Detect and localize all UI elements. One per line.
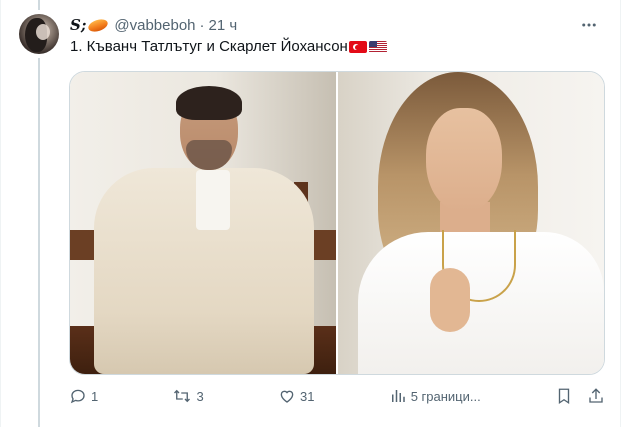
like-icon <box>280 390 294 403</box>
woman-face <box>426 108 502 212</box>
views-count: 5 граници... <box>410 388 481 404</box>
reply-icon <box>70 389 85 404</box>
shirt-figure <box>196 170 230 230</box>
like-count: 31 <box>299 388 315 404</box>
views-icon <box>391 390 405 402</box>
tweet-page: S; @vabbeboh · 21 ч 1. Къванч Татлътуг и… <box>0 0 621 427</box>
reply-count: 1 <box>91 388 99 404</box>
share-button[interactable] <box>587 387 605 405</box>
retweet-count: 3 <box>196 388 204 404</box>
tweet-text: 1. Къванч Татлътуг и Скарлет Йохансон <box>70 37 387 57</box>
media-grid[interactable] <box>69 71 605 375</box>
retweet-icon <box>174 389 191 403</box>
display-name[interactable]: S; <box>70 16 86 34</box>
share-icon <box>589 388 603 403</box>
more-horizontal-icon <box>582 23 596 27</box>
pill-emoji-icon <box>87 16 110 34</box>
tweet-text-content: 1. Къванч Татлътуг и Скарлет Йохансон <box>70 38 348 55</box>
usa-flag-icon <box>368 41 387 53</box>
woman-hand <box>430 268 470 332</box>
man-hair <box>176 86 242 120</box>
thread-line-top <box>38 0 40 10</box>
views-button[interactable]: 5 граници... <box>389 387 481 405</box>
thread-line <box>38 58 40 427</box>
retweet-button[interactable]: 3 <box>172 387 204 405</box>
separator-dot: · <box>199 16 205 34</box>
more-options-button[interactable] <box>576 12 602 38</box>
avatar[interactable] <box>19 14 59 54</box>
tweet-header: S; @vabbeboh · 21 ч <box>70 15 237 35</box>
man-beard <box>186 140 232 170</box>
timestamp[interactable]: 21 ч <box>209 17 238 34</box>
user-handle[interactable]: @vabbeboh <box>114 17 195 34</box>
reply-button[interactable]: 1 <box>69 387 98 405</box>
avatar-face <box>36 24 50 40</box>
turkey-flag-icon <box>348 41 367 53</box>
like-button[interactable]: 31 <box>278 387 314 405</box>
bookmark-button[interactable] <box>555 387 573 405</box>
photo-right[interactable] <box>338 72 604 374</box>
action-bar: 1 3 31 5 граници... <box>69 386 605 406</box>
bookmark-icon <box>558 388 570 405</box>
photo-left[interactable] <box>70 72 336 374</box>
action-right-group <box>555 387 605 405</box>
